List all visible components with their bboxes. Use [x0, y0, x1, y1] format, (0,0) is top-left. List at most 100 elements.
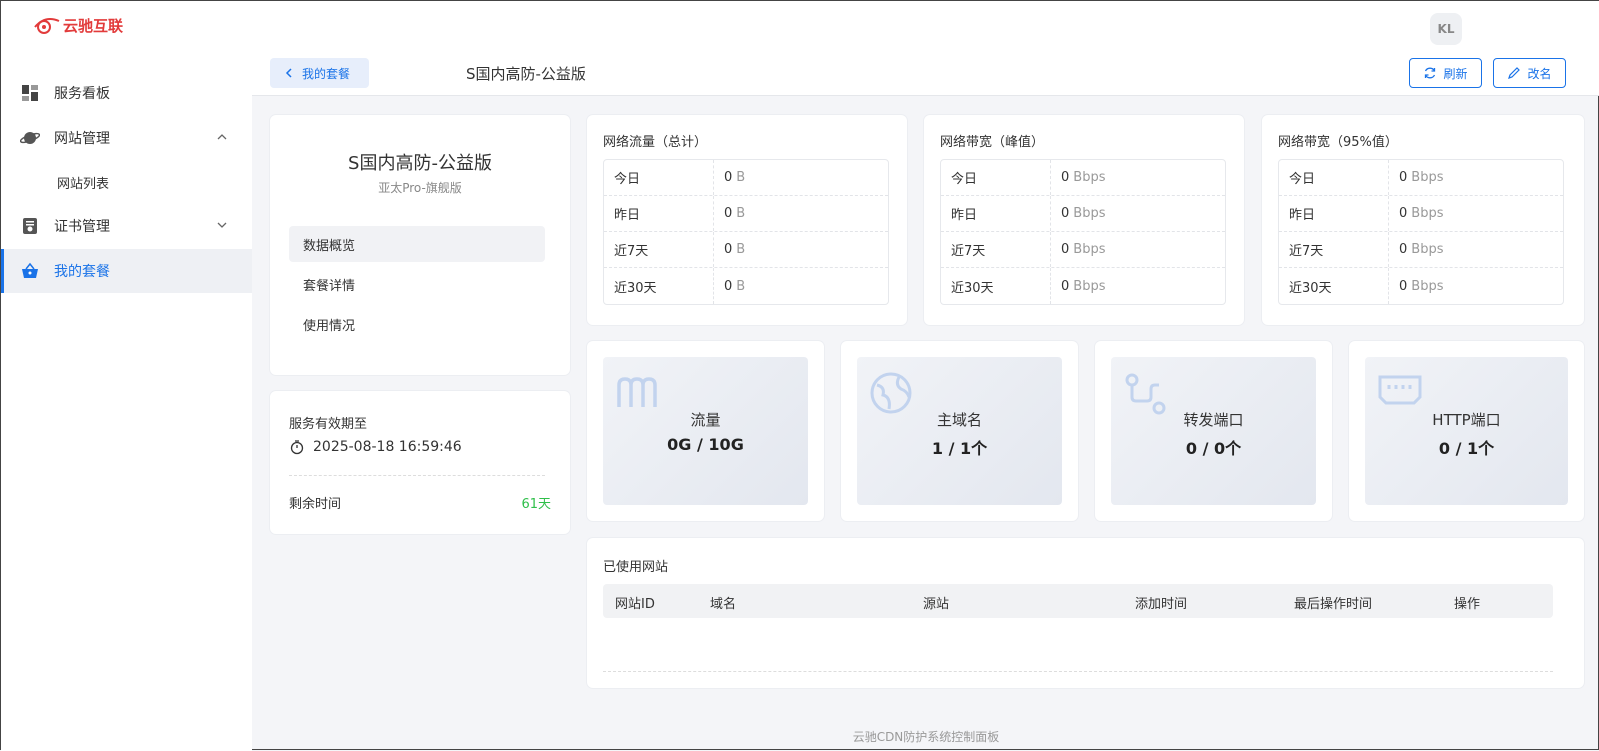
logo[interactable]: 云驰互联: [31, 13, 123, 37]
resource-panel: 主域名 1 / 1个: [857, 357, 1062, 505]
resource-card-http-port: HTTP端口 0 / 1个: [1349, 341, 1584, 521]
sidebar-item-certificates[interactable]: 证书管理: [1, 204, 252, 248]
stat-number: 0: [1061, 278, 1070, 294]
stat-unit: Bbps: [1073, 206, 1106, 221]
column-header-added-time[interactable]: 添加时间: [1135, 593, 1187, 612]
avatar[interactable]: KL: [1430, 13, 1462, 45]
back-button[interactable]: 我的套餐: [270, 58, 369, 88]
column-header-actions[interactable]: 操作: [1454, 593, 1480, 612]
resource-label: 主域名: [936, 411, 982, 429]
stat-unit: Bbps: [1411, 206, 1444, 221]
stat-number: 0: [724, 242, 733, 257]
stat-unit: B: [736, 242, 746, 257]
stat-key: 今日: [604, 160, 714, 195]
sidebar-item-label: 证书管理: [54, 219, 110, 235]
stat-number: 0: [724, 278, 733, 294]
stat-value: 0 Bbps: [1051, 268, 1105, 304]
rename-button-label: 改名: [1527, 66, 1552, 81]
stat-title: 网络流量（总计）: [603, 135, 708, 150]
stat-row: 昨日 0 Bbps: [1279, 196, 1563, 232]
stat-row: 今日 0 Bbps: [1279, 160, 1563, 196]
stat-table: 今日 0 B 昨日 0 B 近7天 0 B 近30天 0 B: [603, 159, 889, 305]
stat-row: 近30天 0 Bbps: [1279, 268, 1563, 304]
resource-value: 1 / 1个: [931, 439, 988, 458]
stat-unit: B: [736, 170, 746, 185]
stat-key: 近7天: [1279, 232, 1389, 267]
pencil-icon: [1508, 67, 1521, 79]
refresh-button-label: 刷新: [1443, 66, 1468, 81]
sidebar-item-dashboard[interactable]: 服务看板: [1, 71, 252, 115]
sidebar-item-label: 服务看板: [54, 86, 110, 102]
column-header-domain[interactable]: 域名: [710, 593, 736, 612]
logo-icon: [34, 18, 60, 34]
stat-table: 今日 0 Bbps 昨日 0 Bbps 近7天 0 Bbps 近30天 0 Bbps: [1278, 159, 1564, 305]
stat-key: 近7天: [941, 232, 1051, 267]
stat-title: 网络带宽（峰值）: [940, 135, 1045, 150]
resource-panel: 转发端口 0 / 0个: [1111, 357, 1316, 505]
column-header-last-operation-time[interactable]: 最后操作时间: [1294, 593, 1372, 612]
plan-card: S国内高防-公益版 亚太Pro-旗舰版 数据概览 套餐详情 使用情况: [270, 115, 570, 375]
header: KL 我的套餐 S国内高防-公益版 刷新 改名: [252, 1, 1599, 96]
column-header-site-id[interactable]: 网站ID: [615, 593, 655, 612]
stat-key: 昨日: [1279, 196, 1389, 231]
table-divider: [603, 671, 1553, 672]
resource-value: 0 / 1个: [1438, 439, 1495, 458]
resource-label: 转发端口: [1183, 411, 1244, 429]
sidebar-item-my-plans[interactable]: 我的套餐: [1, 249, 252, 293]
resource-value: 0 / 0个: [1185, 439, 1242, 458]
refresh-icon: [1425, 67, 1436, 79]
sidebar: 云驰互联 服务看板 网站管理 网站列表 证书管理 我的套餐: [1, 1, 252, 751]
stat-number: 0: [1061, 206, 1070, 221]
tab-data-overview[interactable]: 数据概览: [289, 226, 545, 262]
page-title: S国内高防-公益版: [466, 65, 586, 83]
chevron-up-icon: [217, 134, 227, 140]
stat-value: 0 Bbps: [1389, 232, 1443, 267]
stat-value: 0 Bbps: [1389, 268, 1443, 304]
stat-key: 近30天: [1279, 268, 1389, 304]
resource-card-forward-port: 转发端口 0 / 0个: [1095, 341, 1332, 521]
rename-button[interactable]: 改名: [1493, 58, 1566, 88]
stat-row: 近30天 0 B: [604, 268, 888, 304]
stat-table: 今日 0 Bbps 昨日 0 Bbps 近7天 0 Bbps 近30天 0 Bbps: [940, 159, 1226, 305]
planet-icon: [20, 132, 40, 144]
stat-title: 网络带宽（95%值）: [1278, 135, 1398, 150]
stat-value: 0B: [714, 196, 745, 231]
tab-usage[interactable]: 使用情况: [289, 306, 545, 342]
stopwatch-icon: [290, 440, 304, 455]
resource-panel: HTTP端口 0 / 1个: [1365, 357, 1568, 505]
resource-card-domain: 主域名 1 / 1个: [841, 341, 1078, 521]
stat-value: 0 Bbps: [1389, 196, 1443, 231]
certificate-icon: [23, 218, 37, 234]
footer-text: 云驰CDN防护系统控制面板: [852, 730, 1000, 744]
sidebar-item-label: 网站管理: [54, 131, 110, 147]
sidebar-item-website-management[interactable]: 网站管理: [1, 116, 252, 160]
stat-number: 0: [1399, 242, 1408, 257]
stat-unit: Bbps: [1411, 242, 1444, 257]
stat-unit: Bbps: [1073, 242, 1106, 257]
remaining-value: 61天: [521, 497, 551, 512]
stat-number: 0: [1399, 278, 1408, 294]
sidebar-subitem-website-list[interactable]: 网站列表: [57, 173, 109, 192]
stat-unit: Bbps: [1411, 170, 1444, 185]
stat-key: 近7天: [604, 232, 714, 267]
stat-key: 昨日: [941, 196, 1051, 231]
stat-row: 今日 0 Bbps: [941, 160, 1225, 196]
stat-value: 0B: [714, 232, 745, 267]
stat-row: 今日 0 B: [604, 160, 888, 196]
stat-value: 0B: [714, 160, 745, 195]
basket-icon: [22, 262, 38, 278]
tab-plan-details[interactable]: 套餐详情: [289, 266, 545, 302]
column-header-origin[interactable]: 源站: [923, 593, 949, 612]
stat-number: 0: [1399, 170, 1408, 185]
stat-card-bandwidth-95: 网络带宽（95%值） 今日 0 Bbps 昨日 0 Bbps 近7天 0 Bbps 近30天…: [1262, 115, 1584, 325]
expire-date: 2025-08-18 16:59:46: [313, 439, 462, 455]
stat-value: 0 Bbps: [1389, 160, 1443, 195]
stat-key: 近30天: [604, 268, 714, 304]
service-card: 服务有效期至 2025-08-18 16:59:46 剩余时间 61天: [270, 391, 570, 534]
stat-key: 昨日: [604, 196, 714, 231]
stat-row: 近7天 0 Bbps: [1279, 232, 1563, 268]
resource-label: 流量: [690, 411, 721, 429]
stat-row: 近7天 0 Bbps: [941, 232, 1225, 268]
refresh-button[interactable]: 刷新: [1409, 58, 1482, 88]
table-header: 网站ID 域名 源站 添加时间 最后操作时间 操作: [603, 584, 1553, 618]
